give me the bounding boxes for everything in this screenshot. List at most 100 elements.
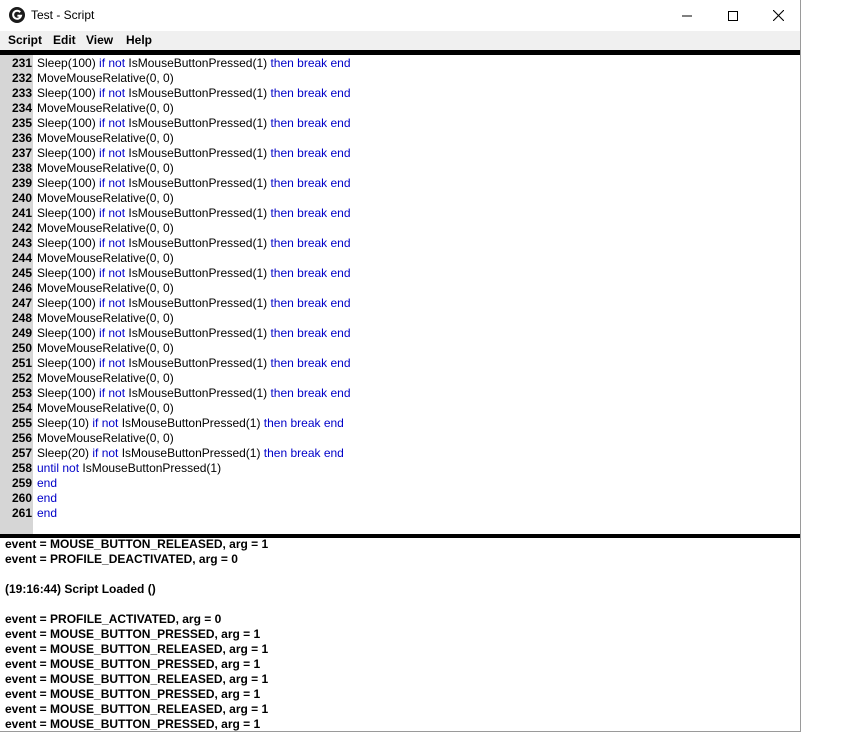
output-line: event = MOUSE_BUTTON_PRESSED, arg = 1 (5, 657, 261, 671)
code-keyword: if not (99, 56, 126, 70)
code-token: MoveMouseRelative(0, 0) (37, 281, 174, 295)
code-keyword: until not (37, 461, 80, 475)
code-keyword: if not (99, 296, 126, 310)
menu-edit[interactable]: Edit (53, 33, 76, 47)
code-text: MoveMouseRelative(0, 0) (37, 401, 174, 416)
code-text: Sleep(100) if not IsMouseButtonPressed(1… (37, 356, 351, 371)
code-token: MoveMouseRelative(0, 0) (37, 431, 174, 445)
code-text: MoveMouseRelative(0, 0) (37, 341, 174, 356)
code-token: MoveMouseRelative(0, 0) (37, 131, 174, 145)
line-number: 237 (11, 146, 32, 160)
code-line: 235 Sleep(100) if not IsMouseButtonPresse… (0, 116, 800, 131)
code-line: 252 MoveMouseRelative(0, 0) (0, 371, 800, 386)
output-line: (19:16:44) Script Loaded () (5, 582, 156, 596)
line-number: 239 (11, 176, 32, 190)
code-text: Sleep(20) if not IsMouseButtonPressed(1)… (37, 446, 344, 461)
code-text: Sleep(100) if not IsMouseButtonPressed(1… (37, 236, 351, 251)
code-line: 250 MoveMouseRelative(0, 0) (0, 341, 800, 356)
code-line: 243 Sleep(100) if not IsMouseButtonPresse… (0, 236, 800, 251)
line-number: 251 (11, 356, 32, 370)
menu-view[interactable]: View (86, 33, 113, 47)
output-line: event = PROFILE_ACTIVATED, arg = 0 (5, 612, 222, 626)
menu-help[interactable]: Help (126, 33, 152, 47)
line-number: 244 (11, 251, 32, 265)
code-line: 259 end (0, 476, 800, 491)
code-token: MoveMouseRelative(0, 0) (37, 161, 174, 175)
code-token: IsMouseButtonPressed(1) (125, 56, 271, 70)
menu-script[interactable]: Script (8, 33, 42, 47)
line-number: 260 (11, 491, 32, 505)
line-number: 236 (11, 131, 32, 145)
line-number: 234 (11, 101, 32, 115)
code-keyword: then break end (270, 326, 351, 340)
code-text: Sleep(100) if not IsMouseButtonPressed(1… (37, 86, 351, 101)
code-token: IsMouseButtonPressed(1) (125, 386, 271, 400)
code-text: end (37, 476, 57, 491)
code-token: Sleep(100) (37, 236, 100, 250)
line-number: 250 (11, 341, 32, 355)
code-line: 244 MoveMouseRelative(0, 0) (0, 251, 800, 266)
line-number: 243 (11, 236, 32, 250)
code-token: IsMouseButtonPressed(1) (118, 446, 264, 460)
code-keyword: if not (99, 326, 126, 340)
code-token: IsMouseButtonPressed(1) (125, 296, 271, 310)
line-number: 238 (11, 161, 32, 175)
code-text: Sleep(100) if not IsMouseButtonPressed(1… (37, 56, 351, 71)
code-token: MoveMouseRelative(0, 0) (37, 221, 174, 235)
code-text: MoveMouseRelative(0, 0) (37, 161, 174, 176)
code-keyword: if not (99, 266, 126, 280)
code-text: MoveMouseRelative(0, 0) (37, 311, 174, 326)
code-keyword: then break end (270, 296, 351, 310)
code-keyword: then break end (270, 176, 351, 190)
code-text: Sleep(100) if not IsMouseButtonPressed(1… (37, 266, 351, 281)
code-line: 256 MoveMouseRelative(0, 0) (0, 431, 800, 446)
code-line: 236 MoveMouseRelative(0, 0) (0, 131, 800, 146)
code-text: Sleep(10) if not IsMouseButtonPressed(1)… (37, 416, 344, 431)
title-bar[interactable]: Test - Script (0, 0, 800, 31)
window-title: Test - Script (31, 8, 95, 22)
output-line: event = MOUSE_BUTTON_RELEASED, arg = 1 (5, 538, 269, 551)
line-number: 233 (11, 86, 32, 100)
code-text: until not IsMouseButtonPressed(1) (37, 461, 221, 476)
output-lines: event = MOUSE_BUTTON_RELEASED, arg = 1 ev… (5, 538, 268, 731)
code-keyword: if not (99, 116, 126, 130)
code-editor[interactable]: 231 Sleep(100) if not IsMouseButtonPresse… (0, 55, 800, 534)
minimize-icon (682, 15, 692, 16)
code-keyword: then break end (270, 86, 351, 100)
line-number: 257 (11, 446, 32, 460)
code-token: MoveMouseRelative(0, 0) (37, 401, 174, 415)
code-keyword: then break end (263, 446, 344, 460)
output-console[interactable]: event = MOUSE_BUTTON_RELEASED, arg = 1 ev… (0, 538, 800, 731)
code-token: MoveMouseRelative(0, 0) (37, 371, 174, 385)
code-text: MoveMouseRelative(0, 0) (37, 191, 174, 206)
code-token: MoveMouseRelative(0, 0) (37, 191, 174, 205)
close-button[interactable] (755, 0, 800, 31)
code-keyword: then break end (270, 146, 351, 160)
code-keyword: if not (99, 86, 126, 100)
script-editor-window: Test - Script Script Edit View Help 231 S… (0, 0, 801, 732)
code-line: 247 Sleep(100) if not IsMouseButtonPresse… (0, 296, 800, 311)
code-token: IsMouseButtonPressed(1) (125, 266, 271, 280)
code-token: IsMouseButtonPressed(1) (125, 326, 271, 340)
code-line: 242 MoveMouseRelative(0, 0) (0, 221, 800, 236)
code-token: IsMouseButtonPressed(1) (79, 461, 222, 475)
code-text: end (37, 506, 57, 521)
code-token: IsMouseButtonPressed(1) (125, 236, 271, 250)
line-number: 253 (11, 386, 32, 400)
code-keyword: then break end (263, 416, 344, 430)
minimize-button[interactable] (664, 0, 710, 31)
code-token: MoveMouseRelative(0, 0) (37, 341, 174, 355)
code-text: MoveMouseRelative(0, 0) (37, 281, 174, 296)
code-keyword: then break end (270, 386, 351, 400)
maximize-button[interactable] (710, 0, 756, 31)
line-number: 241 (11, 206, 32, 220)
code-token: Sleep(100) (37, 296, 100, 310)
code-text: MoveMouseRelative(0, 0) (37, 371, 174, 386)
code-keyword: if not (99, 206, 126, 220)
code-keyword: then break end (270, 116, 351, 130)
code-token: Sleep(100) (37, 176, 100, 190)
code-line: 234 MoveMouseRelative(0, 0) (0, 101, 800, 116)
code-line: 241 Sleep(100) if not IsMouseButtonPresse… (0, 206, 800, 221)
code-line: 238 MoveMouseRelative(0, 0) (0, 161, 800, 176)
code-text: Sleep(100) if not IsMouseButtonPressed(1… (37, 146, 351, 161)
